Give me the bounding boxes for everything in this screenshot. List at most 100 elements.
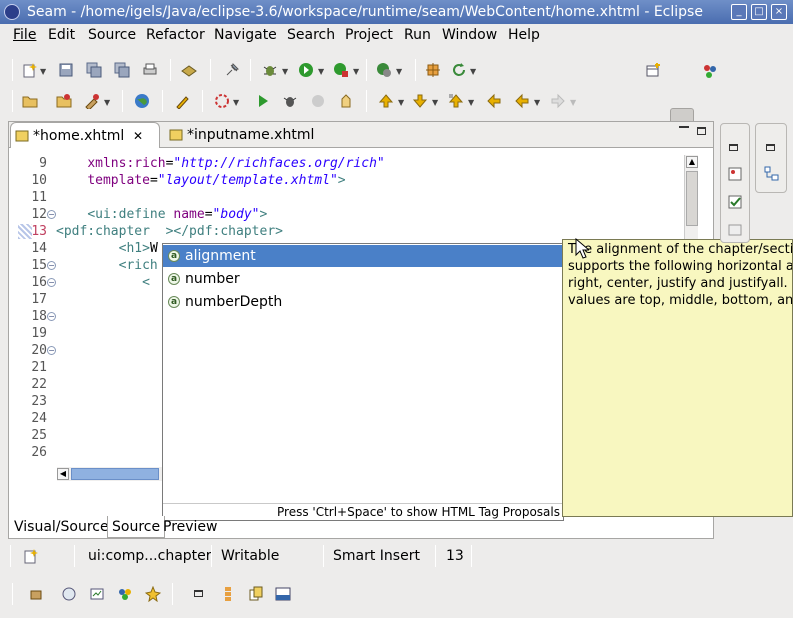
code-line[interactable]: <h1>W (56, 240, 158, 257)
menu-refactor[interactable]: Refactor (146, 27, 205, 43)
globe-icon[interactable] (134, 93, 152, 109)
fold-toggle-icon[interactable]: − (47, 312, 56, 321)
mouse-pointer-icon (575, 238, 589, 259)
tab-source[interactable]: Source (107, 516, 166, 538)
line-number: 16 (31, 275, 47, 290)
palette-view-icon[interactable] (727, 222, 743, 238)
scroll-left-arrow[interactable]: ◀ (57, 468, 69, 480)
problems-view-icon[interactable] (61, 586, 77, 602)
stop-server-icon[interactable] (310, 93, 328, 109)
fold-toggle-icon[interactable]: − (47, 346, 56, 355)
restore-icon[interactable] (729, 144, 738, 151)
tab-inputname-xhtml[interactable]: *inputname.xhtml (165, 122, 325, 148)
menu-navigate[interactable]: Navigate (214, 27, 277, 43)
code-line[interactable]: xmlns:rich="http://richfaces.org/rich" (56, 155, 384, 172)
line-number: 14 (31, 241, 47, 256)
code-line[interactable]: <pdf:chapter ></pdf:chapter> (56, 223, 283, 240)
last-edit-icon[interactable] (448, 93, 466, 109)
start-server-icon[interactable] (255, 93, 273, 109)
new-seam-icon[interactable] (425, 62, 443, 78)
open-type-icon[interactable] (56, 93, 74, 109)
console-view-icon[interactable] (89, 586, 105, 602)
close-tab-icon[interactable]: ✕ (133, 123, 143, 149)
structure-view-icon[interactable] (764, 166, 780, 182)
maximize-button[interactable]: □ (751, 4, 767, 20)
pin-icon[interactable] (224, 62, 242, 78)
back-nav-icon[interactable] (486, 93, 504, 109)
open-perspective-icon[interactable] (645, 63, 663, 79)
outline-view-icon[interactable] (727, 166, 743, 182)
fold-toggle-icon[interactable]: − (47, 278, 56, 287)
new-view-icon[interactable] (23, 548, 39, 564)
menu-window[interactable]: Window (442, 27, 497, 43)
snippets-view-icon[interactable] (248, 586, 264, 602)
new-icon[interactable] (22, 62, 40, 78)
menu-edit[interactable]: Edit (48, 27, 75, 43)
proposal-number[interactable]: a number (163, 268, 563, 290)
star-view-icon[interactable] (145, 586, 161, 602)
menu-source[interactable]: Source (88, 27, 136, 43)
external-tools-icon[interactable] (84, 93, 102, 109)
print-icon[interactable] (142, 62, 160, 78)
line-number: 9 (39, 156, 47, 171)
doc-line: values are top, middle, bottom, an (568, 293, 793, 308)
menu-search[interactable]: Search (287, 27, 335, 43)
back-icon[interactable] (514, 93, 532, 109)
attribute-icon: a (168, 273, 180, 285)
refresh-icon[interactable] (451, 62, 469, 78)
scroll-thumb-horizontal[interactable] (71, 468, 159, 480)
scroll-thumb[interactable] (686, 171, 698, 226)
line-number: 15 (31, 258, 47, 273)
menu-help[interactable]: Help (508, 27, 540, 43)
mark-icon[interactable] (174, 93, 192, 109)
minimize-button[interactable]: _ (731, 4, 747, 20)
run-icon[interactable] (298, 62, 316, 78)
servers-view-icon[interactable] (28, 586, 44, 602)
scroll-up-arrow[interactable]: ▲ (686, 156, 698, 168)
seam-perspective-icon[interactable] (702, 63, 720, 79)
menu-file[interactable]: File (13, 27, 36, 43)
trim-stack-right (755, 123, 787, 193)
properties-view-icon[interactable] (117, 586, 133, 602)
debug-server-icon[interactable] (282, 93, 300, 109)
eclipse-app-icon (4, 4, 20, 20)
save-all-icon[interactable] (114, 62, 132, 78)
web-browser-view-icon[interactable] (275, 586, 291, 602)
tab-home-xhtml[interactable]: *home.xhtml ✕ (10, 122, 160, 148)
maximize-editor-icon[interactable] (697, 127, 706, 135)
publish-icon[interactable] (338, 93, 356, 109)
proposal-numberdepth[interactable]: a numberDepth (163, 291, 563, 313)
hierarchy-view-icon[interactable] (220, 586, 236, 602)
run-external-icon[interactable] (333, 62, 351, 78)
proposal-alignment[interactable]: a alignment (163, 245, 563, 267)
code-line[interactable]: <rich (56, 257, 158, 274)
trim-stack-left (720, 123, 750, 243)
status-bar: ui:comp...chapter Writable Smart Insert … (0, 541, 793, 571)
coverage-icon[interactable] (376, 62, 394, 78)
refresh-server-icon[interactable] (214, 93, 232, 109)
menu-project[interactable]: Project (345, 27, 393, 43)
previous-annotation-icon[interactable] (412, 93, 430, 109)
open-folder-icon[interactable] (22, 93, 40, 109)
code-line[interactable]: template="layout/template.xhtml"> (56, 172, 345, 189)
menu-run[interactable]: Run (404, 27, 431, 43)
save-icon[interactable] (58, 62, 76, 78)
tasks-view-icon[interactable] (727, 194, 743, 210)
tab-visual-source[interactable]: Visual/Source (10, 516, 113, 538)
tab-preview[interactable]: Preview (159, 516, 222, 538)
debug-icon[interactable] (262, 62, 280, 78)
main-toolbar-row-2: ▼ ▼ ▼ ▼ ▼ ▼ ▼ (0, 88, 793, 116)
code-line[interactable]: <ui:define name="body"> (56, 206, 267, 223)
restore-icon[interactable] (194, 590, 203, 597)
next-annotation-icon[interactable] (378, 93, 396, 109)
code-line[interactable]: < (56, 274, 150, 291)
line-number: 18 (31, 309, 47, 324)
close-button[interactable]: × (771, 4, 787, 20)
save-as-icon[interactable] (86, 62, 104, 78)
restore-icon[interactable] (766, 144, 775, 151)
minimize-editor-icon[interactable] (679, 126, 689, 129)
window-title: Seam - /home/igels/Java/eclipse-3.6/work… (27, 4, 703, 20)
fold-toggle-icon[interactable]: − (47, 261, 56, 270)
open-task-icon[interactable] (181, 62, 199, 78)
fold-toggle-icon[interactable]: − (47, 210, 56, 219)
